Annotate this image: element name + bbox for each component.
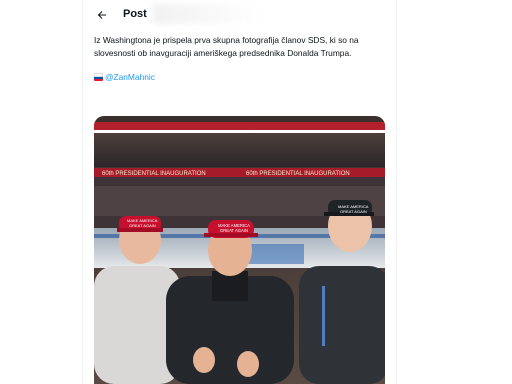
back-button[interactable] xyxy=(93,6,111,24)
inauguration-photo-image: 60th PRESIDENTIAL INAUGURATION 60th PRES… xyxy=(94,116,385,384)
banner-text-left: 60th PRESIDENTIAL INAUGURATION xyxy=(102,171,206,177)
svg-text:GREAT AGAIN: GREAT AGAIN xyxy=(340,209,367,214)
post-text: Iz Washingtona je prispela prva skupna f… xyxy=(94,35,359,58)
page-title: Post xyxy=(123,8,147,20)
arrow-left-icon xyxy=(97,11,106,19)
svg-text:GREAT AGAIN: GREAT AGAIN xyxy=(220,228,248,233)
banner-text-mid: 60th PRESIDENTIAL INAUGURATION xyxy=(246,171,350,177)
post-header: Post xyxy=(83,0,396,30)
blurred-region xyxy=(153,4,263,24)
mention-link[interactable]: @ZanMahnic xyxy=(94,72,155,82)
post-photo[interactable]: 60th PRESIDENTIAL INAUGURATION 60th PRES… xyxy=(94,116,385,384)
slovenia-flag-icon xyxy=(94,73,103,81)
svg-text:GREAT AGAIN: GREAT AGAIN xyxy=(129,223,156,228)
post-column: Post Iz Washingtona je prispela prva sku… xyxy=(82,0,397,384)
mention-handle: @ZanMahnic xyxy=(105,72,155,82)
